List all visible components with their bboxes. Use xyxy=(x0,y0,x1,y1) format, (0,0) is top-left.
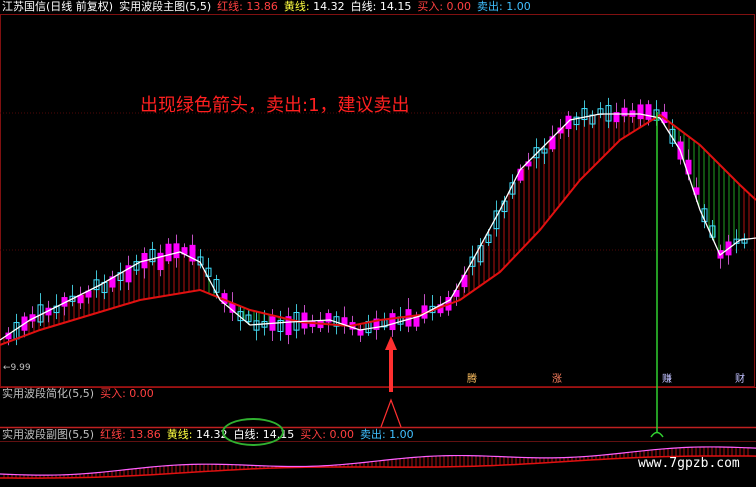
stock-title[interactable]: 江苏国信(日线 前复权) xyxy=(2,0,113,14)
low-price-label: ←9.99 xyxy=(3,363,31,373)
sub-buy-label: 买入: xyxy=(300,428,326,441)
event-tag-zhuan[interactable]: 赚 xyxy=(661,374,673,386)
candle-body xyxy=(77,294,84,304)
simplified-indicator-header: 实用波段简化(5,5) 买入: 0.00 xyxy=(0,387,302,401)
sell-highlight-circle xyxy=(222,418,284,446)
sub-buy-value: 0.00 xyxy=(329,428,354,441)
band-fill-layer xyxy=(3,114,750,344)
candle-body xyxy=(517,168,524,181)
white-line xyxy=(0,113,756,341)
candle-body xyxy=(357,329,364,336)
white-line-value: 14.15 xyxy=(379,0,412,13)
sub-red-value: 13.86 xyxy=(129,428,161,441)
buy-arrow-icon xyxy=(385,336,397,392)
sub-sell-label: 卖出: xyxy=(359,428,386,441)
sub-sell-value: 1.00 xyxy=(389,428,414,441)
sell-label: 卖出: xyxy=(477,0,503,13)
event-tag-zhang[interactable]: 涨 xyxy=(551,374,563,386)
buy-arrow-base xyxy=(380,398,402,428)
white-line-label: 白线: xyxy=(350,0,377,13)
simplified-indicator-name[interactable]: 实用波段简化(5,5) xyxy=(2,387,94,401)
sell-annotation: 出现绿色箭头，卖出:1，建议卖出 xyxy=(140,95,410,116)
sub-indicator-name[interactable]: 实用波段副图(5,5) xyxy=(2,428,94,442)
candle-body xyxy=(301,312,308,329)
watermark: www.7gpzb.com xyxy=(638,456,740,471)
event-tag-teng[interactable]: 腾 xyxy=(466,374,478,386)
red-line xyxy=(0,113,756,346)
simplified-buy-label: 买入: xyxy=(100,387,126,400)
red-line-value: 13.86 xyxy=(246,0,278,13)
candle-body xyxy=(637,104,644,120)
candle-body xyxy=(389,313,396,331)
candle-body xyxy=(173,243,180,259)
candlestick-layer xyxy=(5,97,748,346)
kline-chart[interactable] xyxy=(0,0,756,487)
main-indicator-header: 江苏国信(日线 前复权) 实用波段主图(5,5) 红线: 13.86 黄线: 1… xyxy=(0,0,531,14)
yellow-line-label: 黄线: xyxy=(283,0,310,13)
yellow-line-value: 14.32 xyxy=(313,0,345,13)
sell-value: 1.00 xyxy=(506,0,531,13)
sub-yellow-label: 黄线: xyxy=(166,428,193,441)
candle-body xyxy=(165,243,172,262)
sell-signal-hook xyxy=(650,431,664,438)
sub-red-label: 红线: xyxy=(100,428,126,441)
candle-body xyxy=(645,104,652,120)
main-indicator-name[interactable]: 实用波段主图(5,5) xyxy=(119,0,211,14)
buy-label: 买入: xyxy=(417,0,444,13)
candle-body xyxy=(157,252,164,271)
candle-body xyxy=(621,107,628,117)
buy-value: 0.00 xyxy=(446,0,472,13)
candle-body xyxy=(405,309,412,327)
main-panel-frame xyxy=(0,14,755,387)
red-line-label: 红线: xyxy=(217,0,243,13)
event-tag-cai[interactable]: 财 xyxy=(734,374,746,386)
indicator-line-layer xyxy=(0,113,756,346)
simplified-buy-value: 0.00 xyxy=(129,387,154,400)
